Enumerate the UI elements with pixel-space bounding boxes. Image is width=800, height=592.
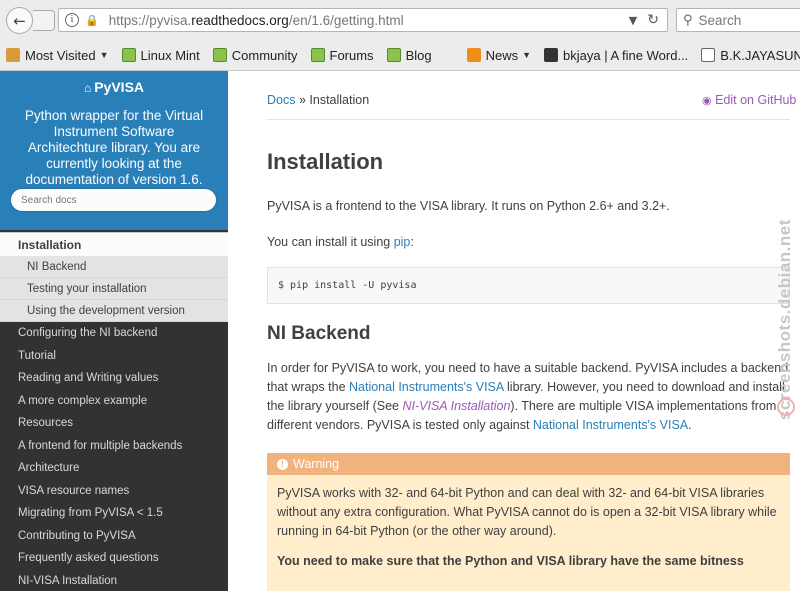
bookmark-blog[interactable]: Blog xyxy=(381,43,439,67)
sidebar-item[interactable]: VISA resource names xyxy=(0,480,228,503)
back-arrow-icon: ← xyxy=(13,12,26,30)
chevron-down-icon: ▼ xyxy=(100,50,109,60)
sidebar-item[interactable]: Configuring the NI backend xyxy=(0,322,228,345)
rss-icon xyxy=(467,48,481,62)
page-icon xyxy=(544,48,558,62)
forward-button[interactable] xyxy=(33,10,55,31)
mint-icon xyxy=(213,48,227,62)
sidebar-subitem[interactable]: Testing your installation xyxy=(0,278,228,300)
main-content: Docs » Installation ◉ Edit on GitHub Ins… xyxy=(228,71,800,591)
sidebar-item[interactable]: Architecture xyxy=(0,457,228,480)
bookmark-bkjaya[interactable]: bkjaya | A fine Word... xyxy=(538,43,695,67)
sidebar-item[interactable]: A more complex example xyxy=(0,390,228,413)
bookmark-jayasundera[interactable]: B.K.JAYASUNDERA'S ... xyxy=(695,43,800,67)
bookmark-most-visited[interactable]: Most Visited▼ xyxy=(0,43,116,67)
sidebar-subitem[interactable]: Using the development version xyxy=(0,300,228,322)
warning-body: PyVISA works with 32- and 64-bit Python … xyxy=(267,475,790,541)
warning-title: !Warning xyxy=(267,453,790,475)
github-icon: ◉ xyxy=(702,95,712,107)
watermark: screenshots.debian.net xyxy=(775,180,799,420)
search-docs-input[interactable]: Search docs xyxy=(10,188,217,212)
mint-icon xyxy=(122,48,136,62)
browser-chrome: ← i 🔒 https://pyvisa.readthedocs.org/en/… xyxy=(0,0,800,71)
bookmark-news[interactable]: News▼ xyxy=(461,43,538,67)
sidebar-item[interactable]: Tutorial xyxy=(0,345,228,368)
folder-icon xyxy=(6,48,20,62)
bookmark-community[interactable]: Community xyxy=(207,43,305,67)
page-title: Installation xyxy=(267,149,383,175)
ni-backend-paragraph: In order for PyVISA to work, you need to… xyxy=(267,359,792,435)
back-forward-group: ← xyxy=(6,7,56,34)
mint-icon xyxy=(311,48,325,62)
sidebar-item[interactable]: Contributing to PyVISA xyxy=(0,525,228,548)
lock-icon: 🔒 xyxy=(85,14,99,27)
docs-sidebar: ⌂PyVISA Python wrapper for the Virtual I… xyxy=(0,71,228,591)
sidebar-item[interactable]: Resources xyxy=(0,412,228,435)
sidebar-item[interactable]: A frontend for multiple backends xyxy=(0,435,228,458)
divider xyxy=(267,119,790,120)
mint-icon xyxy=(387,48,401,62)
bookmark-linux-mint[interactable]: Linux Mint xyxy=(116,43,207,67)
breadcrumb: Docs » Installation xyxy=(267,93,369,107)
edit-on-github-link[interactable]: ◉ Edit on GitHub xyxy=(702,93,796,107)
navigation-toolbar: ← i 🔒 https://pyvisa.readthedocs.org/en/… xyxy=(0,0,800,40)
sidebar-item-installation[interactable]: Installation xyxy=(0,232,228,256)
breadcrumb-current: Installation xyxy=(309,93,369,107)
warning-emphasis: You need to make sure that the Python an… xyxy=(277,554,744,568)
bookmark-forums[interactable]: Forums xyxy=(305,43,381,67)
ni-visa-installation-link[interactable]: NI-VISA Installation xyxy=(402,399,510,413)
chevron-down-icon: ▼ xyxy=(522,50,531,60)
search-bar[interactable]: ⚲ Search xyxy=(676,8,800,32)
code-block: $ pip install -U pyvisa xyxy=(267,267,790,304)
project-home-link[interactable]: ⌂PyVISA xyxy=(0,79,228,95)
sidebar-menu: Installation NI Backend Testing your ins… xyxy=(0,232,228,592)
national-instruments-visa-link[interactable]: National Instruments's VISA xyxy=(349,380,504,394)
doc-icon xyxy=(701,48,715,62)
install-paragraph: You can install it using pip: xyxy=(267,233,787,252)
sidebar-item[interactable]: Migrating from PyVISA < 1.5 xyxy=(0,502,228,525)
url-text[interactable]: https://pyvisa.readthedocs.org/en/1.6/ge… xyxy=(109,13,629,28)
national-instruments-visa-link[interactable]: National Instruments's VISA xyxy=(533,418,688,432)
dropdown-arrow-icon[interactable]: ▼ xyxy=(629,14,637,27)
pip-link[interactable]: pip xyxy=(394,235,411,249)
intro-paragraph: PyVISA is a frontend to the VISA library… xyxy=(267,197,787,216)
warning-admonition: !Warning PyVISA works with 32- and 64-bi… xyxy=(267,453,790,591)
sidebar-header: ⌂PyVISA Python wrapper for the Virtual I… xyxy=(0,71,228,230)
bookmarks-toolbar: Most Visited▼ Linux Mint Community Forum… xyxy=(0,42,800,68)
sidebar-subitem[interactable]: NI Backend xyxy=(0,256,228,278)
sidebar-item[interactable]: Reading and Writing values xyxy=(0,367,228,390)
project-tagline: Python wrapper for the Virtual Instrumen… xyxy=(14,108,214,188)
breadcrumb-docs-link[interactable]: Docs xyxy=(267,93,295,107)
exclamation-icon: ! xyxy=(277,459,288,470)
info-icon[interactable]: i xyxy=(65,13,79,27)
reload-icon[interactable]: ↻ xyxy=(647,12,659,28)
home-icon: ⌂ xyxy=(84,81,91,95)
sidebar-item[interactable]: NI-VISA Installation xyxy=(0,570,228,592)
url-bar[interactable]: i 🔒 https://pyvisa.readthedocs.org/en/1.… xyxy=(58,8,668,32)
back-button[interactable]: ← xyxy=(6,7,33,34)
sidebar-item[interactable]: Frequently asked questions xyxy=(0,547,228,570)
breadcrumb-separator: » xyxy=(299,93,306,107)
watermark-logo-icon xyxy=(777,398,795,416)
section-heading-ni-backend: NI Backend xyxy=(267,323,370,345)
search-icon: ⚲ xyxy=(683,13,693,28)
